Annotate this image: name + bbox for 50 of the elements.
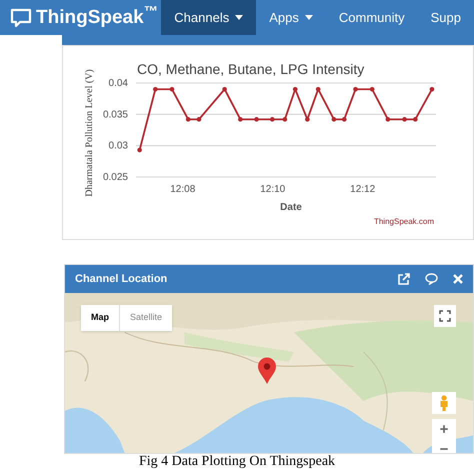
logo[interactable]: ThingSpeak$^{™}$	[36, 8, 158, 27]
data-point	[386, 117, 390, 122]
x-tick-label: 12:10	[260, 184, 286, 195]
data-point	[342, 117, 347, 122]
data-point	[153, 86, 158, 92]
data-point	[370, 86, 374, 92]
data-point	[292, 86, 298, 92]
data-point	[238, 117, 243, 122]
map-type-button[interactable]: Satellite	[119, 305, 172, 331]
data-point	[222, 86, 227, 92]
data-point	[170, 86, 174, 92]
fullscreen-button[interactable]	[434, 305, 456, 327]
y-tick-label: 0.04	[108, 78, 128, 89]
chart-title: CO, Methane, Butane, LPG Intensity	[137, 61, 364, 77]
map-pin-icon	[257, 357, 277, 385]
x-tick-label: 12:12	[350, 184, 376, 195]
data-point	[137, 148, 142, 152]
panel-title: Channel Location	[75, 272, 168, 287]
zoom-in-button[interactable]: +	[432, 419, 456, 439]
credit-link[interactable]: ThingSpeak.com	[374, 217, 434, 226]
data-point	[316, 86, 320, 92]
figure-caption: Fig 4 Data Plotting On Thingspeak	[138, 455, 336, 469]
close-icon[interactable]	[453, 274, 463, 284]
data-point	[254, 117, 259, 122]
nav-item[interactable]: Supp	[418, 0, 474, 35]
nav-item[interactable]: Community	[326, 0, 418, 35]
y-tick-label: 0.025	[102, 172, 128, 183]
comment-icon[interactable]	[425, 273, 438, 285]
map-type-button[interactable]: Map	[81, 305, 119, 331]
y-tick-label: 0.03	[108, 140, 128, 152]
fullscreen-icon	[439, 310, 451, 322]
data-point	[353, 86, 358, 92]
data-point	[305, 117, 310, 122]
nav-item[interactable]: Channels	[161, 0, 256, 35]
data-point	[282, 117, 288, 122]
person-icon	[439, 395, 449, 411]
data-point	[402, 117, 407, 122]
data-point	[186, 117, 190, 122]
external-link-icon[interactable]	[398, 273, 410, 285]
data-point	[332, 117, 336, 122]
y-axis-label: Dharmatala Pollution Level (V)	[84, 69, 95, 197]
data-point	[196, 117, 202, 122]
data-point	[413, 117, 418, 122]
x-axis-label: Date	[280, 202, 302, 213]
data-point	[430, 86, 434, 92]
data-point	[270, 117, 275, 122]
nav-item[interactable]: Apps	[256, 0, 326, 35]
speech-bubble-icon	[10, 6, 32, 28]
y-tick-label: 0.035	[102, 109, 128, 120]
x-tick-label: 12:08	[170, 184, 196, 195]
